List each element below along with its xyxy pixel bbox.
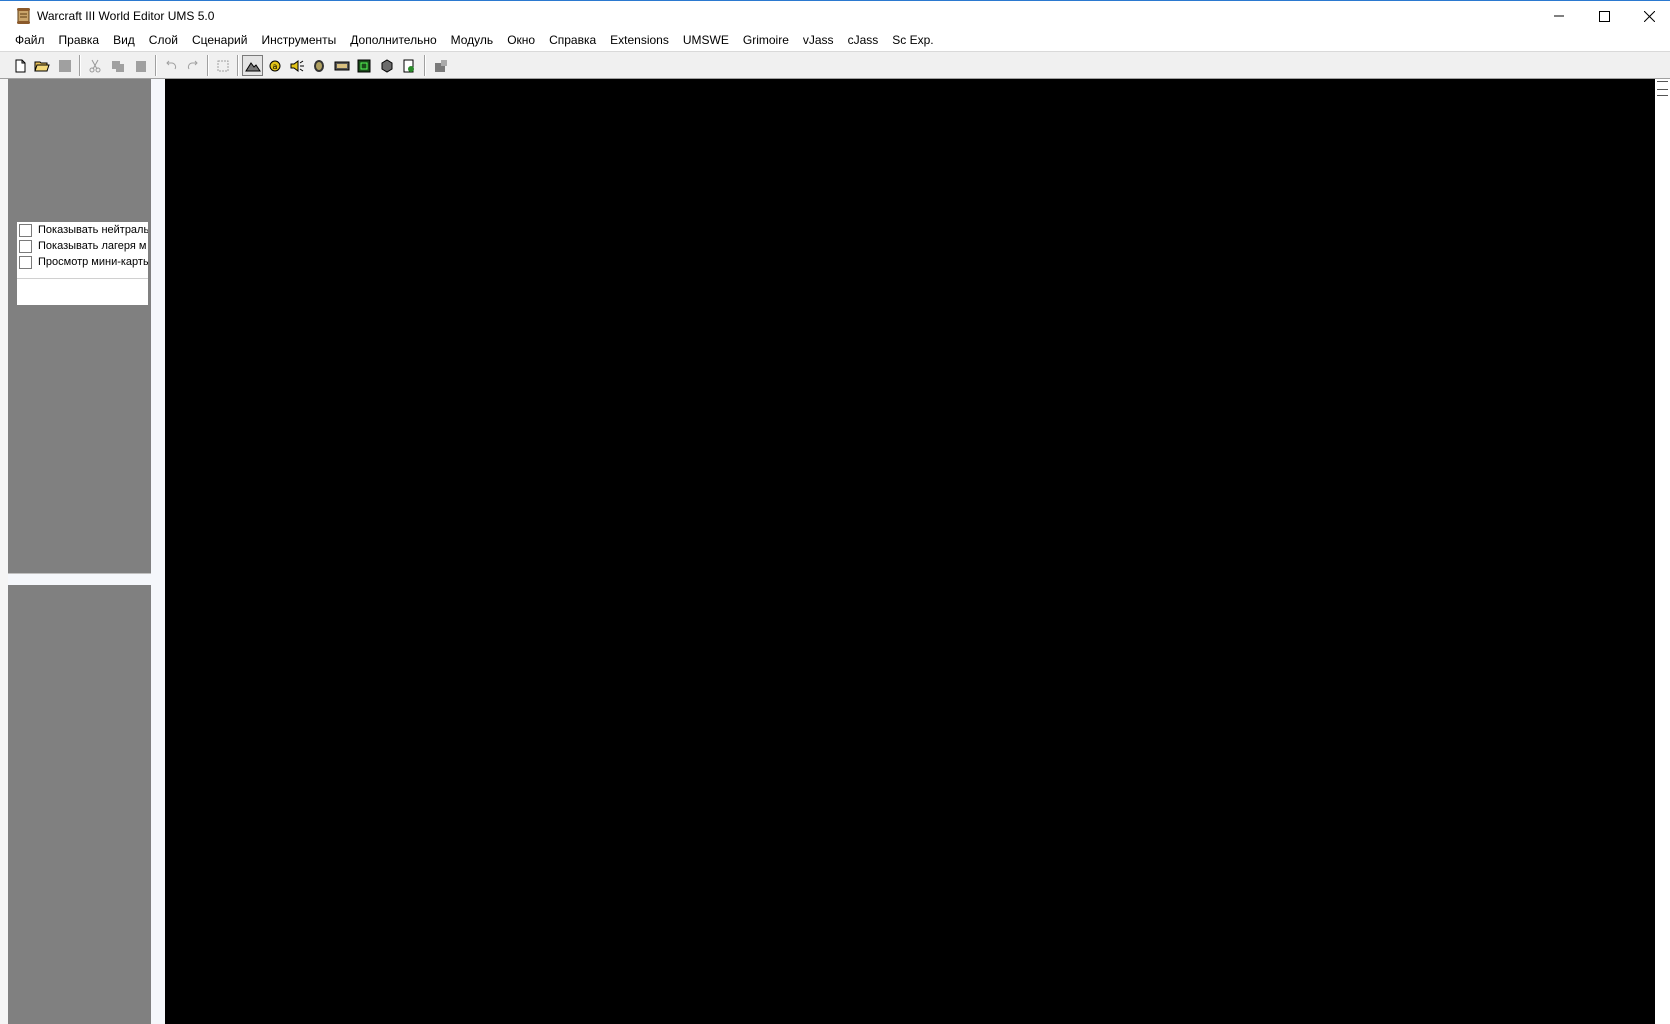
select-button[interactable] [212,55,233,76]
import-manager-icon [381,58,392,73]
menu-bar: Файл Правка Вид Слой Сценарий Инструмент… [0,30,1670,50]
menu-file[interactable]: Файл [0,30,52,50]
ai-editor-icon [357,59,370,72]
new-file-icon [15,59,25,72]
menu-extensions[interactable]: Extensions [603,30,676,50]
undo-icon [165,60,176,69]
options-divider [17,278,148,279]
toolbar-separator [79,55,81,76]
campaign-editor-icon [334,61,349,70]
show-camps-label: Показывать лагеря м [38,240,147,252]
trigger-editor-icon: a [269,60,280,71]
module-icon [434,59,447,72]
new-map-button[interactable] [9,55,30,76]
cut-button[interactable] [84,55,105,76]
module-button[interactable] [430,55,451,76]
left-edge-strip [0,79,8,1024]
menu-grimoire[interactable]: Grimoire [736,30,796,50]
menu-scenario[interactable]: Сценарий [185,30,254,50]
show-camps-checkbox[interactable] [19,239,32,253]
show-neutral-label: Показывать нейтральн [38,224,148,236]
show-neutral-option[interactable]: Показывать нейтральн [17,222,148,238]
minimap-preview-label: Просмотр мини-карты [38,256,148,268]
title-bar: Warcraft III World Editor UMS 5.0 [0,0,1670,30]
terrain-editor-icon [244,61,261,71]
menu-vjass[interactable]: vJass [796,30,841,50]
menu-advanced[interactable]: Дополнительно [343,30,443,50]
menu-module[interactable]: Модуль [444,30,501,50]
panel-splitter[interactable] [8,573,151,585]
copy-icon [111,60,124,72]
sound-editor-button[interactable] [286,55,307,76]
vertical-splitter[interactable] [151,79,165,1024]
import-manager-button[interactable] [376,55,397,76]
campaign-editor-button[interactable] [331,55,352,76]
terrain-editor-button[interactable] [242,55,263,76]
scroll-mark [1657,95,1668,96]
minimap-preview-checkbox[interactable] [19,255,32,269]
object-editor-button[interactable] [308,55,329,76]
copy-button[interactable] [107,55,128,76]
minimap-preview-option[interactable]: Просмотр мини-карты [17,254,148,270]
palette-panel [8,79,151,1024]
show-camps-option[interactable]: Показывать лагеря м [17,238,148,254]
save-map-button[interactable] [54,55,75,76]
redo-icon [187,60,198,69]
ai-editor-button[interactable] [353,55,374,76]
object-editor-icon [313,59,324,72]
open-map-button[interactable] [31,55,52,76]
close-button[interactable] [1626,1,1670,31]
maximize-button[interactable] [1581,1,1627,31]
close-icon [1643,10,1655,22]
toolbar-separator [207,55,209,76]
menu-view[interactable]: Вид [106,30,142,50]
menu-edit[interactable]: Правка [52,30,107,50]
scroll-mark [1657,89,1668,90]
paste-button[interactable] [130,55,151,76]
minimize-button[interactable] [1536,1,1582,31]
show-neutral-checkbox[interactable] [19,223,32,237]
right-scrollbar[interactable] [1655,79,1670,1024]
minimap-options: Показывать нейтральн Показывать лагеря м… [17,222,148,305]
sound-editor-icon [290,59,304,72]
toolbar: a [0,52,1670,79]
toolbar-separator [424,55,426,76]
cut-icon [89,59,100,72]
menu-umswe[interactable]: UMSWE [676,30,736,50]
scroll-icon [15,7,33,25]
test-map-icon [403,59,414,72]
redo-button[interactable] [182,55,203,76]
save-icon [58,59,71,72]
maximize-icon [1598,10,1610,22]
menu-cjass[interactable]: cJass [841,30,886,50]
minimize-icon [1554,15,1564,17]
menu-sc-exp[interactable]: Sc Exp. [885,30,940,50]
paste-icon [135,60,146,72]
undo-button[interactable] [160,55,181,76]
menu-tools[interactable]: Инструменты [254,30,343,50]
window-title: Warcraft III World Editor UMS 5.0 [37,9,215,23]
select-icon [217,60,228,71]
menu-window[interactable]: Окно [500,30,542,50]
toolbar-separator [237,55,239,76]
open-folder-icon [33,61,50,71]
scroll-mark [1657,81,1668,82]
toolbar-separator [155,55,157,76]
test-map-button[interactable] [398,55,419,76]
menu-layer[interactable]: Слой [142,30,185,50]
svg-text:a: a [272,62,277,71]
trigger-editor-button[interactable]: a [264,55,285,76]
map-viewport[interactable] [165,79,1655,1024]
menu-help[interactable]: Справка [542,30,603,50]
